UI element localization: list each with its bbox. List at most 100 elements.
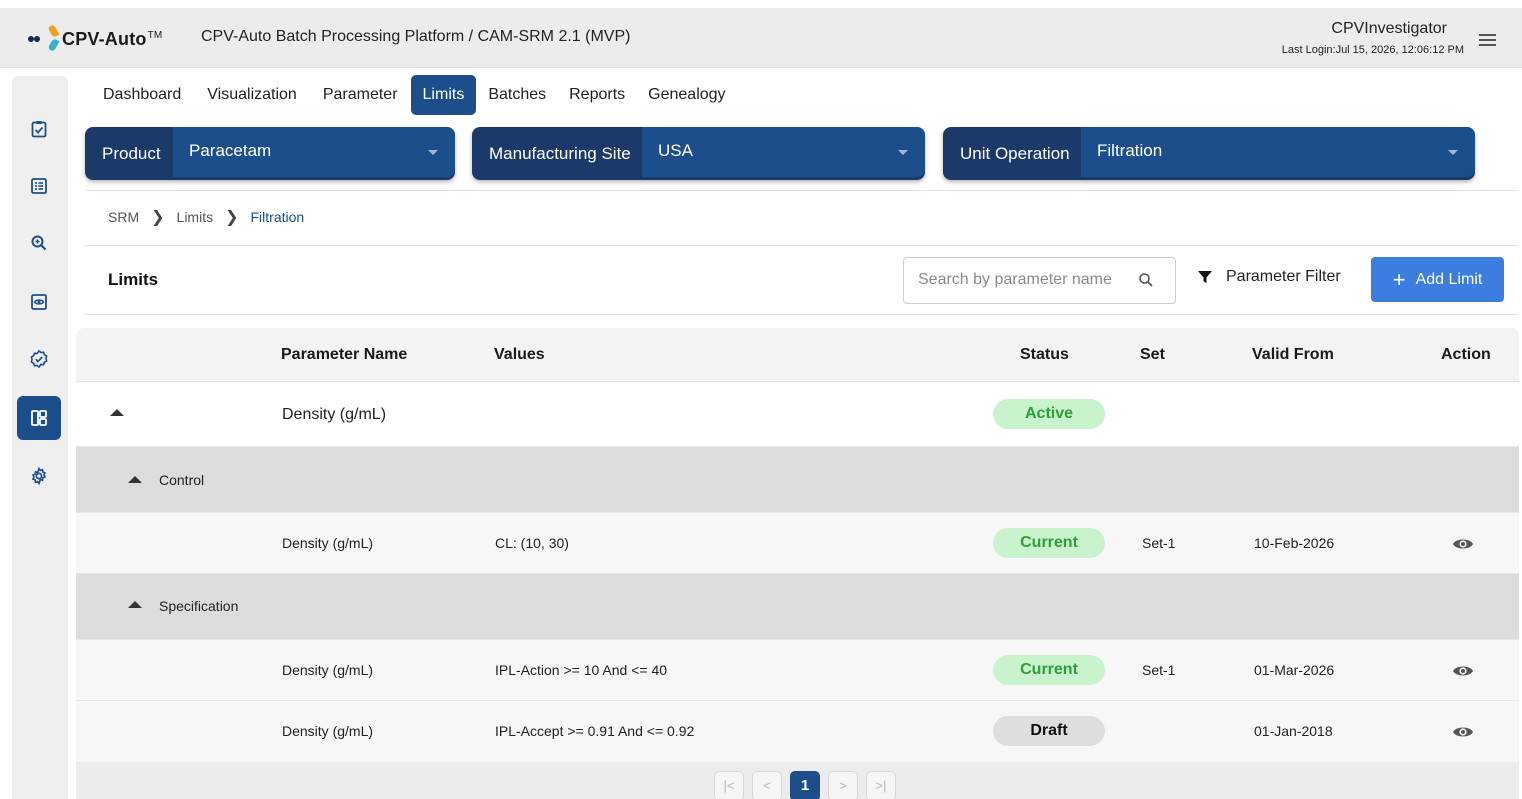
app-logo[interactable]: CPV-AutoTM bbox=[28, 22, 162, 56]
group-label: Specification bbox=[159, 598, 239, 614]
parameter-filter-button[interactable]: Parameter Filter bbox=[1197, 268, 1341, 286]
add-limit-label: Add Limit bbox=[1415, 270, 1483, 288]
row-valid-from: 01-Mar-2026 bbox=[1254, 662, 1335, 678]
user-name[interactable]: CPVInvestigator bbox=[1331, 20, 1447, 38]
chevron-right-icon: ❯ bbox=[225, 209, 239, 226]
row-valid-from: 10-Feb-2026 bbox=[1254, 535, 1335, 551]
collapse-caret-icon[interactable] bbox=[128, 476, 142, 483]
unit-operation-value[interactable]: Filtration bbox=[1081, 127, 1475, 177]
plus-icon: + bbox=[1392, 266, 1406, 292]
product-selector-label: Product bbox=[102, 143, 161, 163]
unit-operation-label: Unit Operation bbox=[960, 143, 1070, 163]
view-eye-icon[interactable] bbox=[1452, 536, 1474, 552]
row-parameter-name: Density (g/mL) bbox=[282, 723, 374, 739]
site-selector-value[interactable]: USA bbox=[642, 127, 925, 177]
product-selector[interactable]: Product Paracetam bbox=[85, 127, 455, 180]
tab-limits[interactable]: Limits bbox=[410, 75, 477, 115]
status-badge: Active bbox=[993, 399, 1105, 429]
eye-screen-icon bbox=[31, 294, 47, 310]
limits-table: Parameter Name Values Status Set Valid F… bbox=[76, 328, 1519, 763]
column-valid-from[interactable]: Valid From bbox=[1252, 346, 1334, 364]
row-set: Set-1 bbox=[1142, 535, 1176, 551]
column-values[interactable]: Values bbox=[494, 346, 545, 364]
row-value: CL: (10, 30) bbox=[495, 535, 569, 551]
breadcrumb-limits[interactable]: Limits bbox=[177, 209, 214, 225]
prev-page-button[interactable]: < bbox=[752, 771, 782, 799]
tab-parameter[interactable]: Parameter bbox=[310, 75, 411, 115]
breadcrumb-current: Filtration bbox=[250, 209, 305, 225]
parameter-name: Density (g/mL) bbox=[282, 406, 387, 423]
logo-dots-icon bbox=[28, 32, 46, 46]
row-valid-from: 01-Jan-2018 bbox=[1254, 723, 1333, 739]
last-login: Last Login:Jul 15, 2026, 12:06:12 PM bbox=[1281, 44, 1464, 56]
column-set[interactable]: Set bbox=[1140, 346, 1165, 364]
view-eye-icon[interactable] bbox=[1452, 663, 1474, 679]
list-icon bbox=[31, 178, 47, 194]
section-title: Limits bbox=[108, 270, 159, 289]
sidebar-item-checklist[interactable] bbox=[17, 107, 61, 151]
tab-genealogy[interactable]: Genealogy bbox=[638, 75, 738, 115]
row-value: IPL-Accept >= 0.91 And <= 0.92 bbox=[495, 723, 695, 739]
sidebar-item-dashboard[interactable] bbox=[17, 396, 61, 440]
sidebar bbox=[12, 76, 68, 799]
badge-check-icon bbox=[30, 349, 48, 369]
sidebar-item-list[interactable] bbox=[17, 164, 61, 208]
group-row-specification: Specification bbox=[76, 574, 1519, 640]
chevron-down-icon bbox=[898, 150, 908, 155]
sidebar-item-verified[interactable] bbox=[17, 337, 61, 381]
last-page-button[interactable]: >| bbox=[866, 771, 896, 799]
tab-batches[interactable]: Batches bbox=[488, 75, 559, 115]
chevron-right-icon: ❯ bbox=[151, 209, 165, 226]
search-box[interactable] bbox=[903, 257, 1176, 304]
status-badge: Draft bbox=[993, 716, 1105, 746]
search-input[interactable] bbox=[918, 271, 1128, 289]
unit-operation-selector[interactable]: Unit Operation Filtration bbox=[943, 127, 1475, 180]
row-set: Set-1 bbox=[1142, 662, 1176, 678]
app-title: CPV-Auto Batch Processing Platform / CAM… bbox=[201, 28, 631, 45]
add-limit-button[interactable]: + Add Limit bbox=[1371, 257, 1504, 302]
row-parameter-name: Density (g/mL) bbox=[282, 662, 374, 678]
column-action[interactable]: Action bbox=[1441, 346, 1491, 364]
site-selector-label: Manufacturing Site bbox=[489, 143, 631, 163]
table-row: Density (g/mL) CL: (10, 30) Current Set-… bbox=[76, 513, 1519, 574]
collapse-caret-icon[interactable] bbox=[128, 601, 142, 608]
sidebar-item-search[interactable] bbox=[17, 221, 61, 265]
tab-visualization[interactable]: Visualization bbox=[194, 75, 310, 115]
column-status[interactable]: Status bbox=[1020, 346, 1069, 364]
group-row-control: Control bbox=[76, 447, 1519, 513]
view-eye-icon[interactable] bbox=[1452, 724, 1474, 740]
zoom-icon bbox=[31, 235, 47, 251]
chevron-down-icon bbox=[1448, 150, 1458, 155]
next-page-button[interactable]: > bbox=[828, 771, 858, 799]
divider bbox=[85, 245, 1518, 246]
status-badge: Current bbox=[993, 528, 1105, 558]
column-parameter-name[interactable]: Parameter Name bbox=[281, 346, 407, 364]
sidebar-item-monitor[interactable] bbox=[17, 280, 61, 324]
page-1-button[interactable]: 1 bbox=[790, 771, 820, 799]
filter-icon bbox=[1198, 271, 1212, 283]
manufacturing-site-selector[interactable]: Manufacturing Site USA bbox=[472, 127, 925, 180]
product-selector-value[interactable]: Paracetam bbox=[173, 127, 455, 177]
first-page-button[interactable]: |< bbox=[714, 771, 744, 799]
dashboard-icon bbox=[31, 410, 47, 426]
table-row: Density (g/mL) IPL-Accept >= 0.91 And <=… bbox=[76, 701, 1519, 763]
hamburger-menu-icon[interactable] bbox=[1479, 34, 1496, 46]
breadcrumb-srm[interactable]: SRM bbox=[108, 209, 139, 225]
tab-reports[interactable]: Reports bbox=[559, 75, 638, 115]
divider bbox=[85, 190, 1518, 191]
breadcrumb: SRM ❯ Limits ❯ Filtration bbox=[108, 207, 304, 227]
gear-icon bbox=[31, 466, 47, 486]
row-parameter-name: Density (g/mL) bbox=[282, 535, 374, 551]
parameter-filter-label: Parameter Filter bbox=[1226, 268, 1341, 285]
top-bar: CPV-AutoTM CPV-Auto Batch Processing Pla… bbox=[0, 8, 1522, 68]
group-label: Control bbox=[159, 472, 205, 488]
logo-bracket-icon bbox=[46, 23, 60, 55]
clipboard-check-icon bbox=[31, 121, 47, 138]
collapse-caret-icon[interactable] bbox=[110, 409, 124, 416]
tab-dashboard[interactable]: Dashboard bbox=[90, 75, 194, 115]
chevron-down-icon bbox=[428, 150, 438, 155]
logo-text: CPV-AutoTM bbox=[62, 28, 163, 49]
search-icon[interactable] bbox=[1138, 272, 1154, 288]
sidebar-item-settings[interactable] bbox=[17, 454, 61, 498]
pagination: |< < 1 > >| bbox=[76, 762, 1519, 799]
